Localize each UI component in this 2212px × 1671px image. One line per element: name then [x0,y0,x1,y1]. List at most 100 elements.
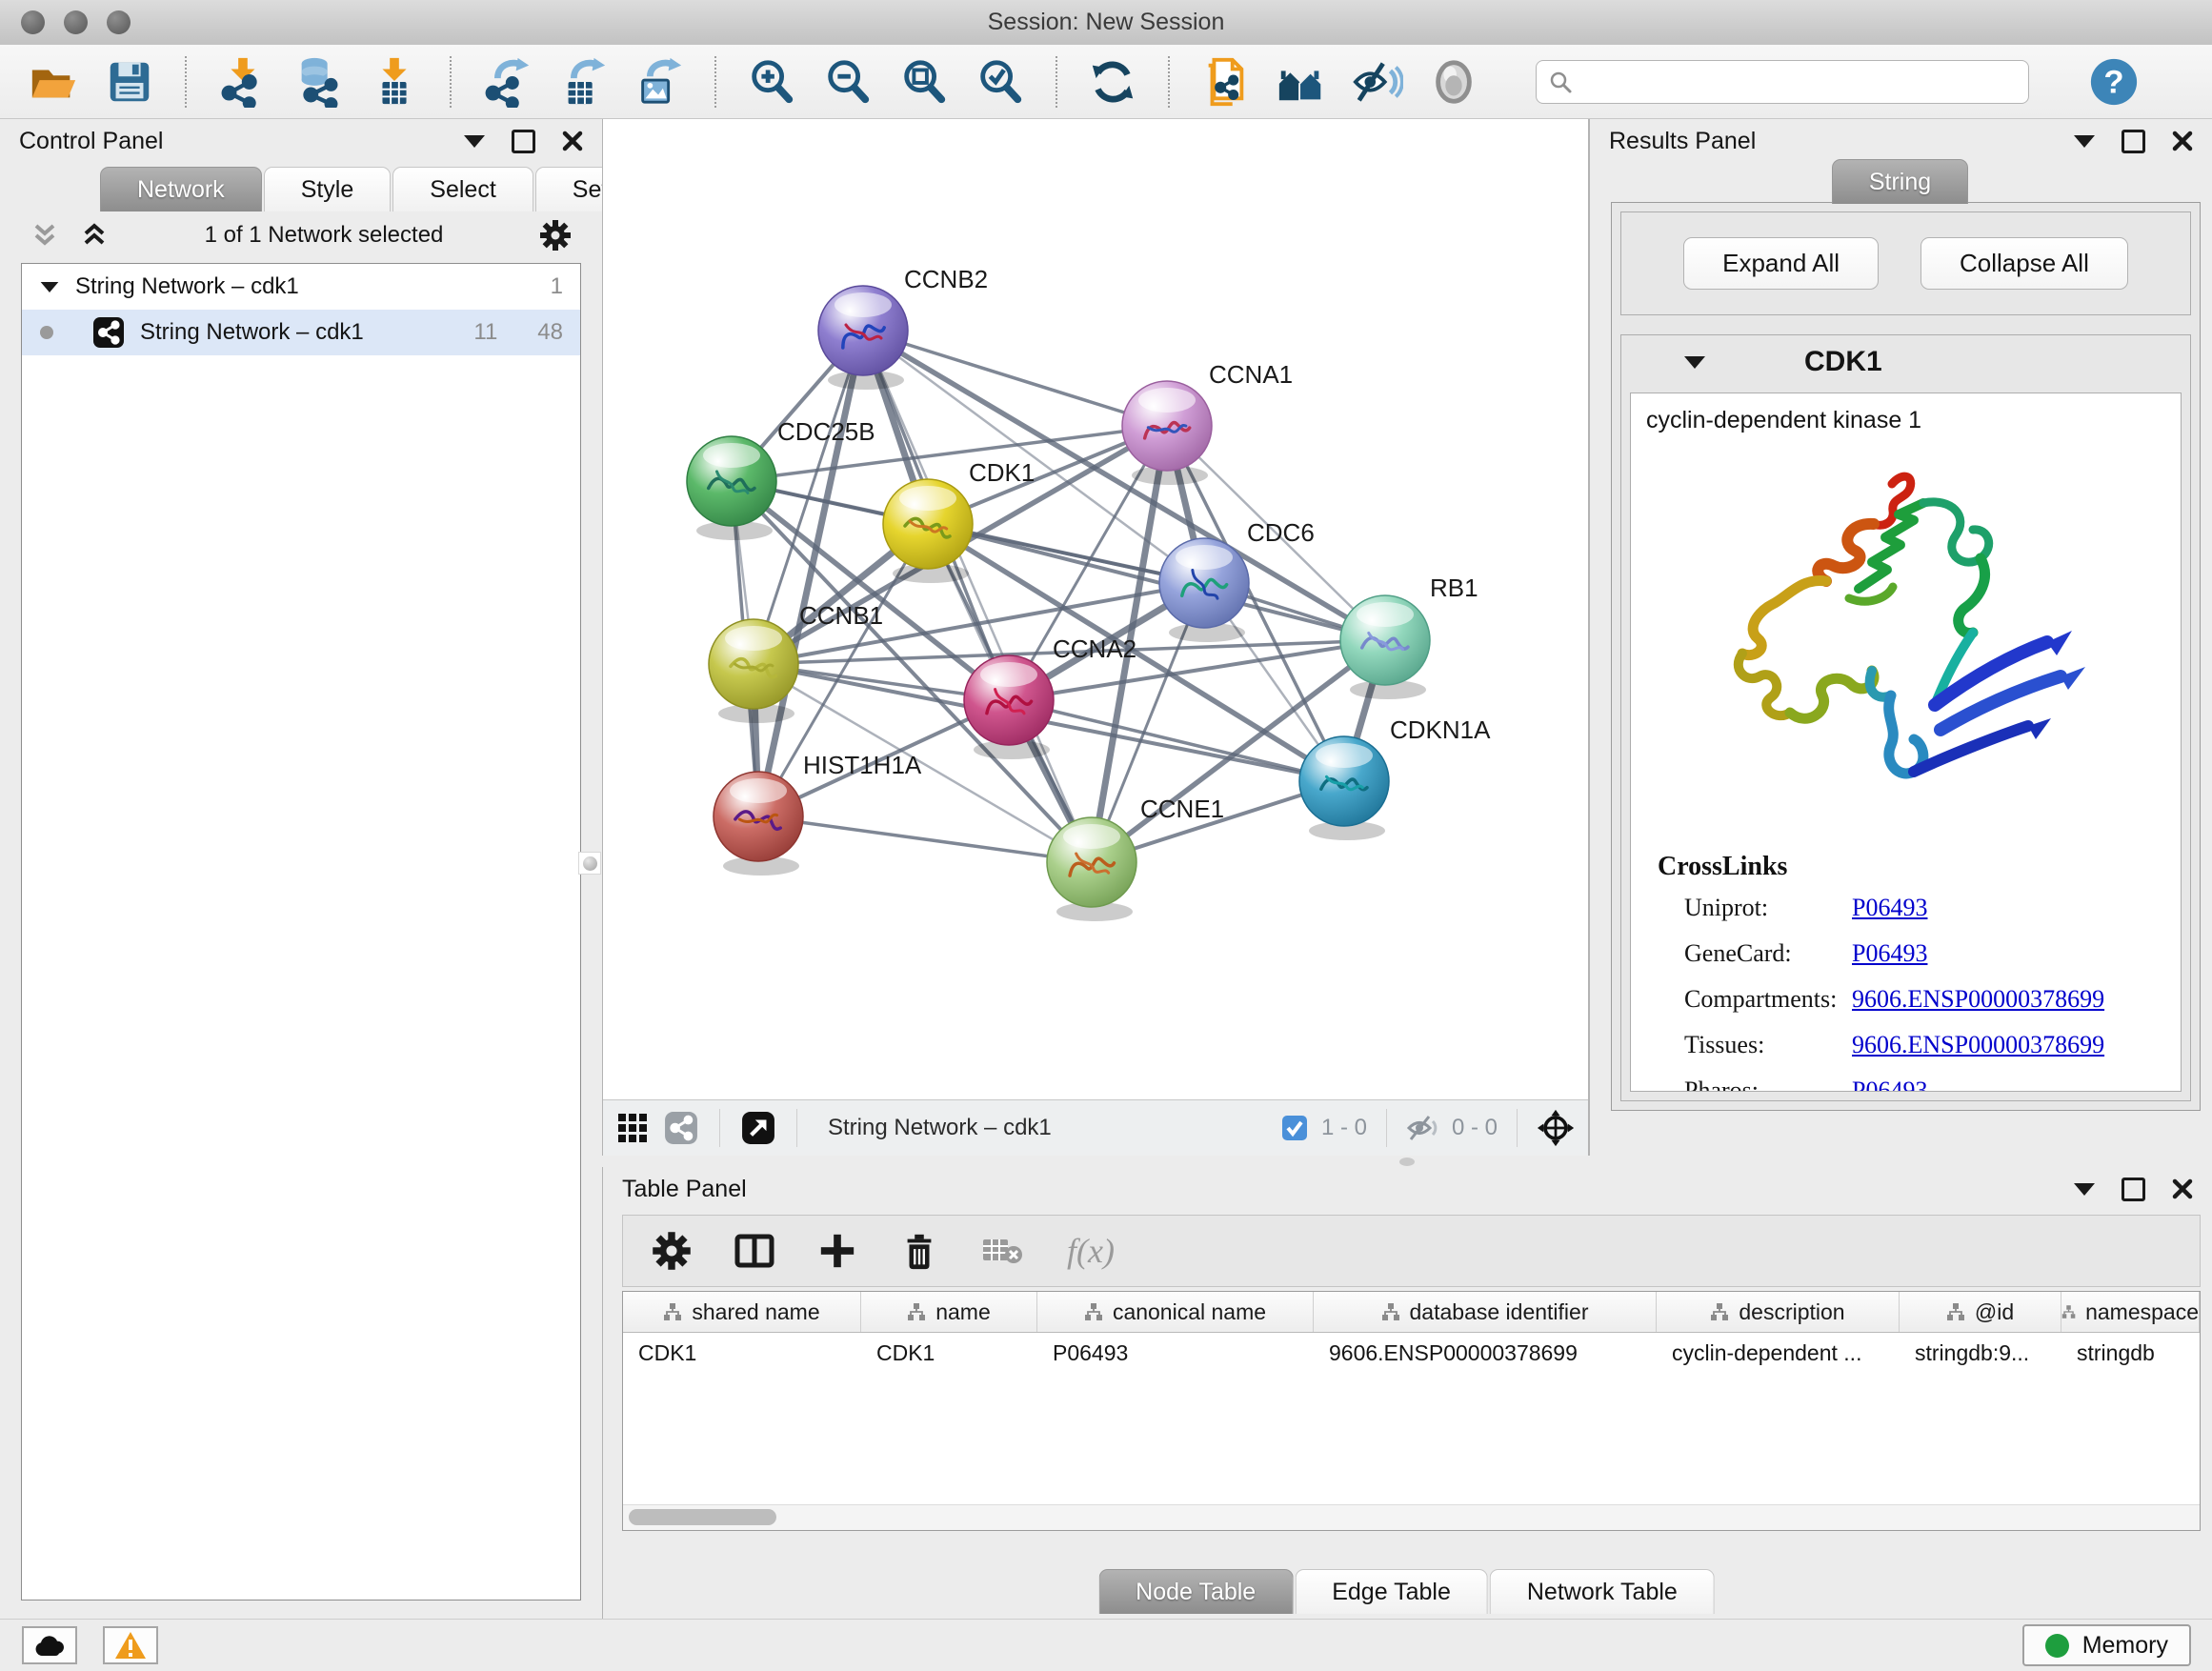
network-node-hist1h1a[interactable] [714,772,803,861]
table-row[interactable]: CDK1CDK1P064939606.ENSP00000378699cyclin… [623,1333,2200,1373]
zoom-in-button[interactable] [745,55,798,109]
memory-button[interactable]: Memory [2022,1624,2191,1666]
hidden-eye-icon[interactable] [1406,1114,1438,1142]
zoom-window-button[interactable] [107,10,131,34]
tab-string[interactable]: String [1832,159,1968,204]
collection-count: 1 [551,273,563,300]
cloud-status-button[interactable] [22,1626,77,1664]
collapse-all-button[interactable]: Collapse All [1920,237,2128,290]
network-node-ccne1[interactable] [1047,817,1136,907]
network-node-ccnb1[interactable] [709,619,798,709]
column-header-description[interactable]: description [1657,1292,1900,1332]
column-header--id[interactable]: @id [1900,1292,2061,1332]
column-header-namespace[interactable]: namespace [2061,1292,2200,1332]
add-column-icon[interactable] [817,1231,857,1271]
export-table-button[interactable] [556,55,610,109]
column-header-shared-name[interactable]: shared name [623,1292,861,1332]
zoom-out-button[interactable] [821,55,875,109]
save-session-button[interactable] [103,55,156,109]
crosslink-label: GeneCard: [1684,939,1852,968]
expand-all-icon[interactable] [80,221,109,250]
show-columns-icon[interactable] [734,1230,775,1272]
horizontal-splitter[interactable] [602,1156,2212,1167]
delete-column-icon[interactable] [899,1231,939,1271]
panel-menu-icon[interactable] [2074,135,2095,148]
float-panel-icon[interactable] [2122,130,2145,153]
gear-icon[interactable] [539,219,572,252]
network-node-cdk1[interactable] [883,479,973,569]
left-splitter-handle[interactable] [578,852,601,875]
tab-network[interactable]: Network [100,167,262,211]
network-node-ccnb2[interactable] [818,286,908,375]
network-node-rb1[interactable] [1340,595,1430,685]
tab-network-table[interactable]: Network Table [1490,1569,1715,1614]
zoom-fit-button[interactable] [897,55,951,109]
table-settings-gear-icon[interactable] [652,1231,692,1271]
open-in-browser-button[interactable] [1198,55,1252,109]
navigator-crosshair-icon[interactable] [1537,1109,1575,1147]
panel-menu-icon[interactable] [464,135,485,148]
column-header-database-identifier[interactable]: database identifier [1314,1292,1657,1332]
birdseye-grid-icon[interactable] [616,1112,649,1144]
tab-edge-table[interactable]: Edge Table [1295,1569,1488,1614]
close-window-button[interactable] [21,10,45,34]
crosslink-value[interactable]: P06493 [1852,1077,1927,1092]
network-edge[interactable] [928,524,1385,640]
search-box[interactable] [1536,60,2029,104]
show-all-networks-button[interactable] [1275,55,1328,109]
close-panel-icon[interactable] [2172,131,2193,151]
network-node-ccna1[interactable] [1122,381,1212,471]
import-network-from-database-button[interactable] [292,55,345,109]
float-panel-icon[interactable] [2122,1178,2145,1201]
export-view-icon[interactable] [741,1111,775,1145]
import-network-button[interactable] [215,55,269,109]
zoom-selected-button[interactable] [974,55,1027,109]
column-header-canonical-name[interactable]: canonical name [1037,1292,1314,1332]
panel-menu-icon[interactable] [2074,1183,2095,1196]
search-input[interactable] [1580,68,2017,95]
float-panel-icon[interactable] [512,130,535,153]
crosslink-value[interactable]: 9606.ENSP00000378699 [1852,1031,2104,1059]
network-row[interactable]: String Network – cdk1 11 48 [22,310,580,355]
network-edge[interactable] [863,331,1167,426]
warning-status-button[interactable] [103,1626,158,1664]
collapse-all-icon[interactable] [30,221,59,250]
expand-all-button[interactable]: Expand All [1683,237,1879,290]
crosslink-value[interactable]: 9606.ENSP00000378699 [1852,985,2104,1014]
share-view-icon[interactable] [664,1111,698,1145]
minimize-window-button[interactable] [64,10,88,34]
network-view-toolbar: String Network – cdk1 1 - 0 0 - 0 [603,1099,1588,1156]
disclosure-triangle-icon[interactable] [1684,356,1705,369]
network-node-cdc25b[interactable] [687,436,776,526]
network-node-cdkn1a[interactable] [1299,736,1389,826]
delete-table-icon[interactable] [981,1234,1025,1268]
selected-checkbox-icon[interactable] [1281,1115,1308,1141]
crosslink-value[interactable]: P06493 [1852,939,1927,968]
help-button[interactable]: ? [2088,56,2140,108]
network-edge[interactable] [863,331,1092,862]
tab-select[interactable]: Select [392,167,533,211]
export-network-button[interactable] [480,55,533,109]
tab-style[interactable]: Style [264,167,392,211]
hide-panel-button[interactable] [1351,55,1404,109]
node-entry-header[interactable]: CDK1 [1621,335,2190,389]
network-canvas[interactable]: CCNB2CCNA1CDC25BCDK1CDC6RB1CCNB1CCNA2CDK… [603,119,1588,1100]
disclosure-triangle-icon[interactable] [41,281,59,292]
tab-node-table[interactable]: Node Table [1098,1569,1293,1614]
export-image-button[interactable] [633,55,686,109]
scrollbar-thumb[interactable] [629,1509,776,1525]
refresh-button[interactable] [1086,55,1139,109]
show-eye-button[interactable] [1427,55,1480,109]
close-panel-icon[interactable] [2172,1178,2193,1199]
open-session-button[interactable] [27,55,80,109]
table-horizontal-scrollbar[interactable] [623,1504,2200,1530]
crosslink-value[interactable]: P06493 [1852,894,1927,922]
network-node-cdc6[interactable] [1159,538,1249,628]
network-node-ccna2[interactable] [964,655,1054,745]
close-panel-icon[interactable] [562,131,583,151]
import-table-button[interactable] [368,55,421,109]
function-builder-icon[interactable]: f(x) [1067,1231,1115,1271]
network-collection-row[interactable]: String Network – cdk1 1 [22,264,580,310]
network-edge[interactable] [758,816,1092,862]
column-header-name[interactable]: name [861,1292,1037,1332]
